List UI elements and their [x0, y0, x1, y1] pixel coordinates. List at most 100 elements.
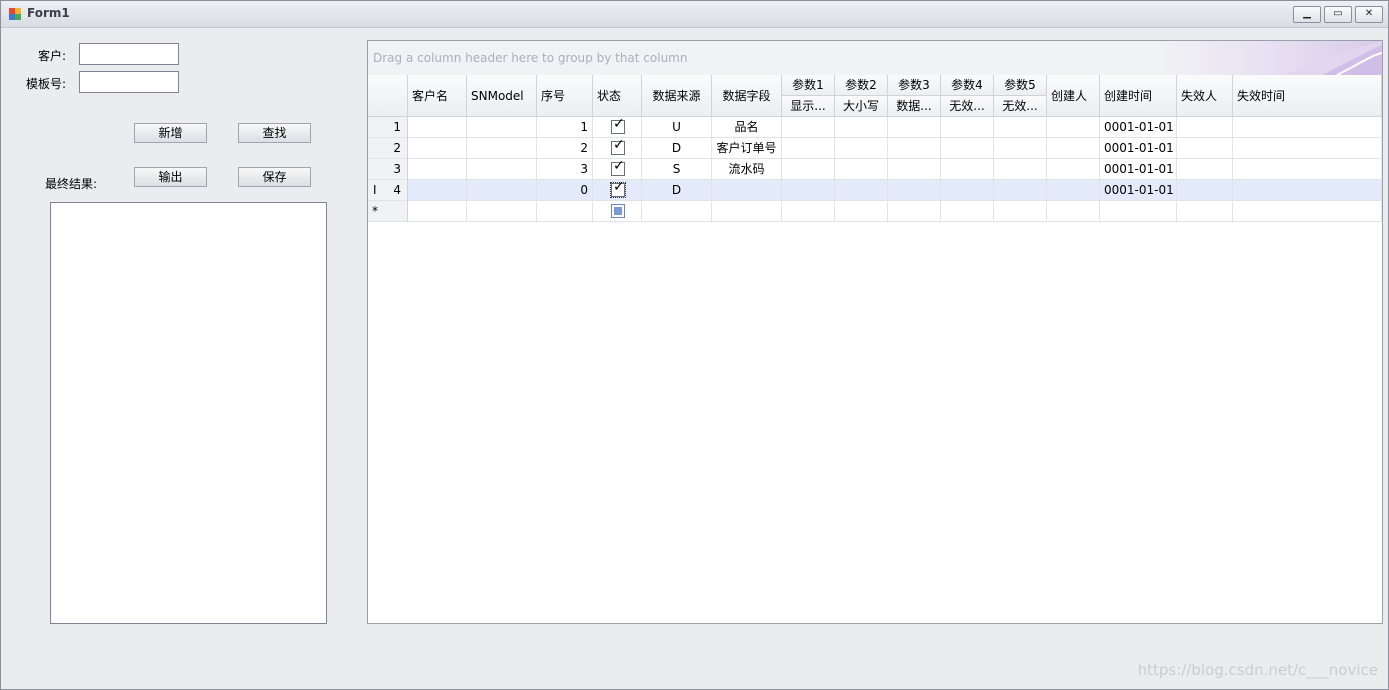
cell-p2[interactable] [835, 159, 888, 180]
cell-field[interactable] [712, 201, 782, 222]
col-header-seq[interactable]: 序号 [537, 75, 593, 117]
cell-expired[interactable] [1233, 201, 1382, 222]
cell-p5[interactable] [994, 117, 1047, 138]
cell-p2[interactable] [835, 180, 888, 201]
cell-created[interactable] [1100, 201, 1177, 222]
template-input[interactable] [79, 71, 179, 93]
status-cell[interactable]: ✓ [593, 180, 642, 201]
cell-snmodel[interactable] [467, 117, 537, 138]
result-textarea[interactable] [50, 202, 327, 624]
cell-creator[interactable] [1047, 201, 1100, 222]
cell-snmodel[interactable] [467, 201, 537, 222]
cell-p2[interactable] [835, 117, 888, 138]
cell-p5[interactable] [994, 138, 1047, 159]
status-checkbox[interactable]: ✓ [611, 138, 625, 155]
cell-creator[interactable] [1047, 159, 1100, 180]
cell-p3[interactable] [888, 138, 941, 159]
status-checkbox[interactable]: ✓ [610, 180, 626, 198]
cell-field[interactable]: 客户订单号 [712, 138, 782, 159]
close-button[interactable]: ✕ [1355, 6, 1383, 23]
cell-created[interactable]: 0001-01-01 [1100, 159, 1177, 180]
cell-p4[interactable] [941, 201, 994, 222]
cell-seq[interactable]: 1 [537, 117, 593, 138]
col-header-source[interactable]: 数据来源 [642, 75, 712, 117]
status-cell[interactable]: ✓ [593, 117, 642, 138]
col-header-status[interactable]: 状态 [593, 75, 642, 117]
col-subheader-param4[interactable]: 无效... [941, 96, 994, 117]
cell-expirer[interactable] [1177, 180, 1233, 201]
cell-expired[interactable] [1233, 138, 1382, 159]
status-checkbox[interactable]: ✓ [611, 117, 625, 134]
cell-snmodel[interactable] [467, 180, 537, 201]
output-button[interactable]: 输出 [134, 167, 207, 187]
cell-created[interactable]: 0001-01-01 [1100, 180, 1177, 201]
minimize-button[interactable]: ▁ [1293, 6, 1321, 23]
cell-expired[interactable] [1233, 159, 1382, 180]
cell-p3[interactable] [888, 159, 941, 180]
status-cell[interactable]: ✓ [593, 159, 642, 180]
cell-p3[interactable] [888, 180, 941, 201]
cell-created[interactable]: 0001-01-01 [1100, 138, 1177, 159]
col-subheader-param5[interactable]: 无效... [994, 96, 1047, 117]
add-button[interactable]: 新增 [134, 123, 207, 143]
cell-p1[interactable] [782, 159, 835, 180]
search-button[interactable]: 查找 [238, 123, 311, 143]
cell-source[interactable]: S [642, 159, 712, 180]
cell-seq[interactable]: 2 [537, 138, 593, 159]
cell-source[interactable] [642, 201, 712, 222]
data-grid[interactable]: Drag a column header here to group by th… [367, 40, 1383, 624]
cell-p2[interactable] [835, 138, 888, 159]
status-cell[interactable]: ✓ [593, 138, 642, 159]
cell-p4[interactable] [941, 180, 994, 201]
cell-p1[interactable] [782, 138, 835, 159]
cell-p4[interactable] [941, 117, 994, 138]
cell-p5[interactable] [994, 159, 1047, 180]
cell-customer[interactable] [408, 117, 467, 138]
save-button[interactable]: 保存 [238, 167, 311, 187]
cell-p1[interactable] [782, 117, 835, 138]
cell-expirer[interactable] [1177, 201, 1233, 222]
cell-snmodel[interactable] [467, 159, 537, 180]
customer-input[interactable] [79, 43, 179, 65]
cell-customer[interactable] [408, 180, 467, 201]
col-header-param4[interactable]: 参数4 [941, 75, 994, 96]
cell-p1[interactable] [782, 201, 835, 222]
cell-created[interactable]: 0001-01-01 [1100, 117, 1177, 138]
cell-p5[interactable] [994, 201, 1047, 222]
cell-field[interactable] [712, 180, 782, 201]
col-header-snmodel[interactable]: SNModel [467, 75, 537, 117]
cell-p1[interactable] [782, 180, 835, 201]
cell-p4[interactable] [941, 138, 994, 159]
cell-source[interactable]: D [642, 138, 712, 159]
col-subheader-param2[interactable]: 大小写 [835, 96, 888, 117]
cell-snmodel[interactable] [467, 138, 537, 159]
cell-source[interactable]: U [642, 117, 712, 138]
cell-p3[interactable] [888, 201, 941, 222]
col-subheader-param1[interactable]: 显示... [782, 96, 835, 117]
cell-creator[interactable] [1047, 180, 1100, 201]
status-checkbox-indeterminate[interactable] [611, 204, 625, 218]
cell-source[interactable]: D [642, 180, 712, 201]
cell-seq[interactable]: 3 [537, 159, 593, 180]
col-header-param5[interactable]: 参数5 [994, 75, 1047, 96]
cell-expirer[interactable] [1177, 159, 1233, 180]
cell-creator[interactable] [1047, 138, 1100, 159]
col-header-param1[interactable]: 参数1 [782, 75, 835, 96]
col-header-expired[interactable]: 失效时间 [1233, 75, 1382, 117]
cell-customer[interactable] [408, 159, 467, 180]
cell-creator[interactable] [1047, 117, 1100, 138]
col-header-param2[interactable]: 参数2 [835, 75, 888, 96]
status-cell[interactable] [593, 201, 642, 222]
cell-p3[interactable] [888, 117, 941, 138]
cell-p4[interactable] [941, 159, 994, 180]
cell-expirer[interactable] [1177, 138, 1233, 159]
cell-p2[interactable] [835, 201, 888, 222]
col-header-field[interactable]: 数据字段 [712, 75, 782, 117]
cell-seq[interactable] [537, 201, 593, 222]
maximize-button[interactable]: ▭ [1324, 6, 1352, 23]
col-subheader-param3[interactable]: 数据... [888, 96, 941, 117]
col-header-param3[interactable]: 参数3 [888, 75, 941, 96]
status-checkbox[interactable]: ✓ [611, 159, 625, 176]
cell-expired[interactable] [1233, 117, 1382, 138]
cell-seq[interactable]: 0 [537, 180, 593, 201]
